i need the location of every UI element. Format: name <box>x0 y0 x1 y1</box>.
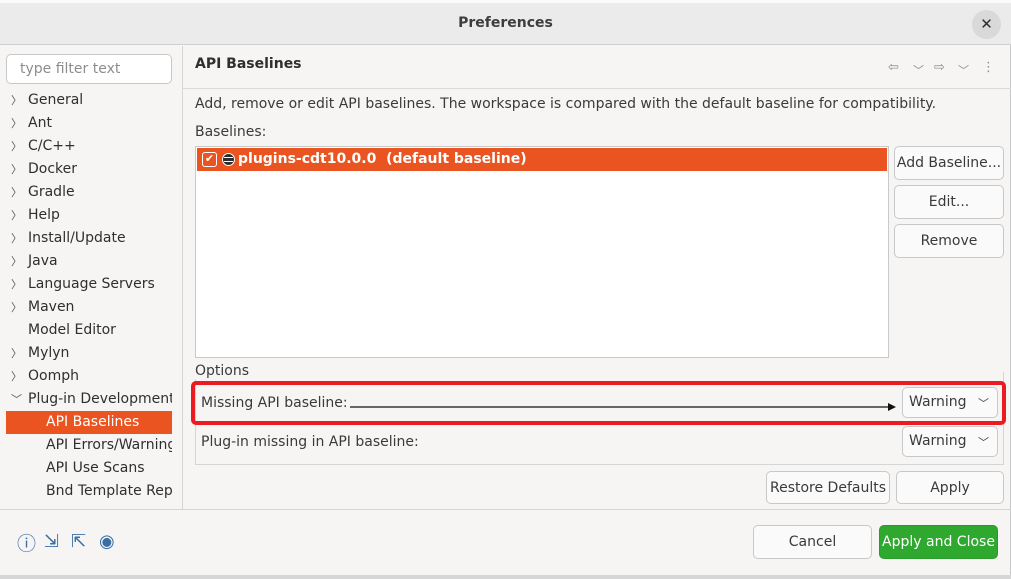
help-icon[interactable]: ⓘ <box>17 529 36 556</box>
baselines-label: Baselines: <box>195 124 267 140</box>
tree-item-label: General <box>28 92 84 108</box>
close-button[interactable]: ✕ <box>972 10 1001 39</box>
tree-item-label: API Use Scans <box>46 460 145 476</box>
tree-item-label: Docker <box>28 161 78 177</box>
tree-item-label: Install/Update <box>28 230 126 246</box>
baseline-checkbox[interactable]: ✔ <box>202 152 217 167</box>
chevron-right-icon[interactable]: 〉 <box>11 89 23 112</box>
baseline-row[interactable]: ✔ plugins-cdt10.0.0 (default baseline) <box>197 148 887 171</box>
tree-item-plugin-development[interactable]: ﹀ Plug-in Development <box>6 388 172 411</box>
plugin-missing-label: Plug-in missing in API baseline: <box>201 434 419 450</box>
tree-item-label: API Errors/Warnings <box>46 437 172 453</box>
tree-item-api-baselines[interactable]: API Baselines <box>6 411 172 434</box>
tree-item-label: Mylyn <box>28 345 70 361</box>
tree-item-docker[interactable]: 〉 Docker <box>6 158 172 181</box>
baseline-name: plugins-cdt10.0.0 <box>238 151 377 167</box>
baseline-icon <box>222 153 235 166</box>
chevron-right-icon[interactable]: 〉 <box>11 158 23 181</box>
tree-item-mylyn[interactable]: 〉 Mylyn <box>6 342 172 365</box>
options-legend: Options <box>195 363 252 379</box>
remove-button[interactable]: Remove <box>894 224 1004 258</box>
tree-item-label: Oomph <box>28 368 79 384</box>
tree-item-label: API Baselines <box>46 414 140 430</box>
tree-item-model-editor[interactable]: Model Editor <box>6 319 172 342</box>
tree-item-label: Plug-in Development <box>28 391 172 407</box>
chevron-right-icon[interactable]: 〉 <box>11 296 23 319</box>
chevron-down-icon: ﹀ <box>978 436 989 449</box>
tree-item-label: Ant <box>28 115 52 131</box>
close-icon: ✕ <box>980 15 993 33</box>
chevron-right-icon[interactable]: 〉 <box>11 227 23 250</box>
more-options-icon[interactable]: ⋮ <box>982 60 995 75</box>
tree-item-language-servers[interactable]: 〉 Language Servers <box>6 273 172 296</box>
chevron-right-icon[interactable]: 〉 <box>11 273 23 296</box>
apply-and-close-button[interactable]: Apply and Close <box>879 525 998 559</box>
restore-defaults-button[interactable]: Restore Defaults <box>766 471 890 504</box>
tree-item-bnd-template-repository[interactable]: Bnd Template Repository <box>6 480 172 503</box>
export-icon[interactable]: ⇱ <box>71 531 86 552</box>
chevron-right-icon[interactable]: 〉 <box>11 365 23 388</box>
chevron-right-icon[interactable]: 〉 <box>11 250 23 273</box>
tree-item-help[interactable]: 〉 Help <box>6 204 172 227</box>
chevron-right-icon[interactable]: 〉 <box>11 112 23 135</box>
tree-item-label: C/C++ <box>28 138 76 154</box>
chevron-right-icon[interactable]: 〉 <box>11 135 23 158</box>
tree-item-ant[interactable]: 〉 Ant <box>6 112 172 135</box>
tree-item-api-errors-warnings[interactable]: API Errors/Warnings <box>6 434 172 457</box>
annotation-arrow <box>350 403 896 411</box>
tree-item-install-update[interactable]: 〉 Install/Update <box>6 227 172 250</box>
tree-item-java[interactable]: 〉 Java <box>6 250 172 273</box>
chevron-down-icon[interactable]: ﹀ <box>11 388 23 411</box>
edit-button[interactable]: Edit... <box>894 185 1004 219</box>
tree-item-api-use-scans[interactable]: API Use Scans <box>6 457 172 480</box>
tree-item-gradle[interactable]: 〉 Gradle <box>6 181 172 204</box>
checkmark-icon: ✔ <box>204 152 215 165</box>
chevron-down-icon[interactable]: ﹀ <box>913 62 924 78</box>
tree-item-label: Model Editor <box>28 322 116 338</box>
filter-input[interactable] <box>6 54 172 84</box>
chevron-right-icon[interactable]: 〉 <box>11 181 23 204</box>
chevron-right-icon[interactable]: 〉 <box>11 204 23 227</box>
preference-tree: 〉 General 〉 Ant 〉 C/C++ 〉 Docker 〉 Gradl… <box>6 89 172 507</box>
cancel-button[interactable]: Cancel <box>753 525 872 559</box>
tree-item-label: Language Servers <box>28 276 155 292</box>
page-description: Add, remove or edit API baselines. The w… <box>195 96 937 112</box>
chevron-right-icon[interactable]: 〉 <box>11 342 23 365</box>
title-bar: Preferences ✕ <box>0 3 1011 45</box>
tree-item-oomph[interactable]: 〉 Oomph <box>6 365 172 388</box>
add-baseline-button[interactable]: Add Baseline... <box>894 146 1004 180</box>
apply-button[interactable]: Apply <box>896 471 1004 504</box>
select-value: Warning <box>909 433 967 449</box>
record-icon[interactable]: ◉ <box>99 531 115 552</box>
tree-item-cpp[interactable]: 〉 C/C++ <box>6 135 172 158</box>
import-icon[interactable]: ⇲ <box>44 531 59 552</box>
tree-item-maven[interactable]: 〉 Maven <box>6 296 172 319</box>
chevron-down-icon[interactable]: ﹀ <box>958 62 969 78</box>
baseline-label: plugins-cdt10.0.0 (default baseline) <box>238 151 527 167</box>
window-title: Preferences <box>458 15 553 31</box>
baseline-suffix: (default baseline) <box>386 151 527 167</box>
tree-item-label: Gradle <box>28 184 75 200</box>
tree-item-label: Maven <box>28 299 75 315</box>
footer-separator <box>0 509 1011 510</box>
back-arrow-icon[interactable]: ⇦ <box>888 60 899 75</box>
tree-item-label: Help <box>28 207 60 223</box>
header-separator <box>183 88 1011 89</box>
tree-item-label: Bnd Template Repository <box>46 483 172 499</box>
baselines-list[interactable]: ✔ plugins-cdt10.0.0 (default baseline) <box>195 146 889 358</box>
page-title: API Baselines <box>195 56 302 72</box>
forward-arrow-icon[interactable]: ⇨ <box>934 60 945 75</box>
pane-splitter[interactable] <box>182 46 183 509</box>
plugin-missing-select[interactable]: Warning ﹀ <box>902 426 998 457</box>
tree-item-label: Java <box>28 253 58 269</box>
tree-item-general[interactable]: 〉 General <box>6 89 172 112</box>
preferences-dialog: Preferences ✕ 〉 General 〉 Ant 〉 C/C++ 〉 … <box>0 0 1011 575</box>
